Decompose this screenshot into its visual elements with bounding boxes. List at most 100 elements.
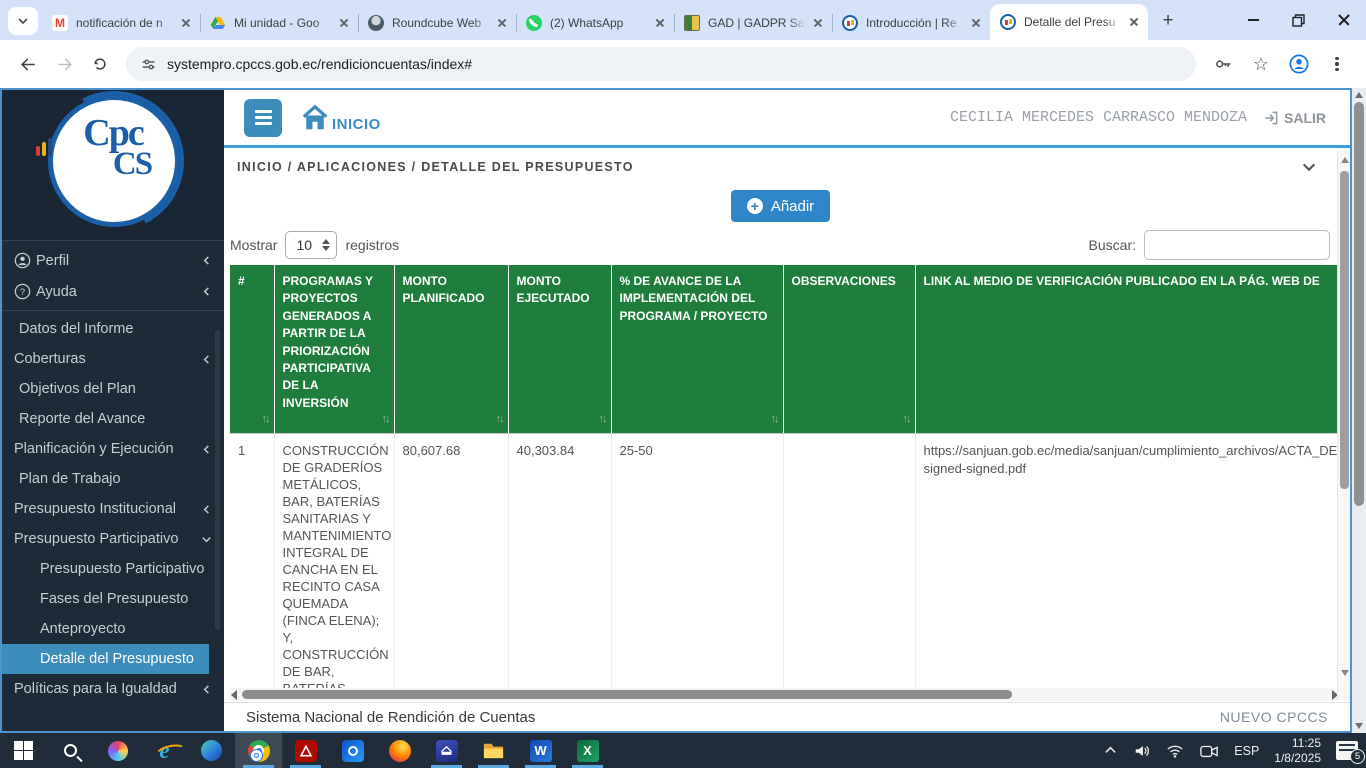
add-button[interactable]: + Añadir xyxy=(731,190,830,222)
start-button[interactable] xyxy=(0,733,47,768)
sidebar-scrollbar[interactable] xyxy=(215,330,220,630)
scroll-up-arrow-icon[interactable] xyxy=(1355,92,1363,98)
sidebar-item-coberturas[interactable]: Coberturas xyxy=(2,344,224,374)
whatsapp-icon xyxy=(526,15,542,31)
taskbar-copilot-button[interactable] xyxy=(94,733,141,768)
profile-avatar-icon[interactable] xyxy=(1283,48,1315,80)
sidebar-item-presupuesto-participativo[interactable]: Presupuesto Participativo xyxy=(2,524,224,554)
tab-detalle-presupuesto-active[interactable]: Detalle del Presu xyxy=(990,4,1148,40)
col-link[interactable]: LINK AL MEDIO DE VERIFICACIÓN PUBLICADO … xyxy=(915,265,1339,433)
sidebar-item-politicas-igualdad[interactable]: Políticas para la Igualdad xyxy=(2,674,224,704)
horizontal-scrollbar[interactable] xyxy=(230,688,1339,701)
close-icon[interactable] xyxy=(968,15,984,31)
sidebar-item-ayuda[interactable]: Ayuda xyxy=(2,276,224,307)
site-settings-icon[interactable] xyxy=(140,56,157,73)
tab-search-button[interactable] xyxy=(8,7,38,35)
restore-button[interactable] xyxy=(1276,0,1321,40)
table-row[interactable]: 1 CONSTRUCCIÓN DE GRADERÍOS METÁLICOS, B… xyxy=(230,433,1339,688)
minimize-button[interactable] xyxy=(1231,0,1276,40)
tab-roundcube[interactable]: Roundcube Web xyxy=(358,6,516,40)
back-button[interactable] xyxy=(13,49,43,79)
language-indicator[interactable]: ESP xyxy=(1234,744,1259,758)
tray-chevron-up-icon[interactable] xyxy=(1103,743,1118,758)
address-bar[interactable]: systempro.cpccs.gob.ec/rendicioncuentas/… xyxy=(126,47,1196,81)
close-icon[interactable] xyxy=(178,15,194,31)
search-input[interactable] xyxy=(1144,230,1330,260)
google-drive-icon xyxy=(210,15,226,31)
close-icon[interactable] xyxy=(494,15,510,31)
page-size-select[interactable]: 10 xyxy=(285,231,337,259)
sidebar-item-datos-informe[interactable]: Datos del Informe xyxy=(2,314,224,344)
taskbar-excel-button[interactable]: X xyxy=(564,733,611,768)
sidebar-subitem-detalle-presupuesto[interactable]: Detalle del Presupuesto xyxy=(2,644,209,674)
menu-hamburger-button[interactable] xyxy=(244,99,282,137)
close-icon[interactable] xyxy=(810,15,826,31)
taskbar-acrobat-button[interactable] xyxy=(282,733,329,768)
taskbar-outlook-button[interactable] xyxy=(329,733,376,768)
password-key-icon[interactable] xyxy=(1207,48,1239,80)
content-vertical-scrollbar[interactable] xyxy=(1337,151,1350,700)
close-icon[interactable] xyxy=(652,15,668,31)
user-icon xyxy=(14,252,36,269)
clock[interactable]: 11:25 1/8/2025 xyxy=(1274,736,1321,766)
tray-date: 1/8/2025 xyxy=(1274,751,1321,766)
col-observaciones[interactable]: OBSERVACIONES↑↓ xyxy=(783,265,915,433)
sidebar-item-objetivos-plan[interactable]: Objetivos del Plan xyxy=(2,374,224,404)
close-icon[interactable] xyxy=(336,15,352,31)
sidebar-item-perfil[interactable]: Perfil xyxy=(2,245,224,276)
browser-vertical-scrollbar[interactable] xyxy=(1352,88,1366,733)
taskbar-internet-explorer-button[interactable]: e xyxy=(141,733,188,768)
col-avance[interactable]: % DE AVANCE DE LA IMPLEMENTACIÓN DEL PRO… xyxy=(611,265,783,433)
col-programas[interactable]: PROGRAMAS Y PROYECTOS GENERADOS A PARTIR… xyxy=(274,265,394,433)
taskbar-word-button[interactable]: W xyxy=(517,733,564,768)
col-num[interactable]: #↑↓ xyxy=(230,265,274,433)
taskbar-search-button[interactable] xyxy=(47,733,94,768)
tab-introduccion[interactable]: Introducción | Re xyxy=(832,6,990,40)
tab-drive[interactable]: Mi unidad - Goo xyxy=(200,6,358,40)
taskbar-edge-button[interactable] xyxy=(188,733,235,768)
browser-menu-icon[interactable] xyxy=(1321,48,1353,80)
horizontal-scroll-thumb[interactable] xyxy=(242,690,1012,699)
scroll-up-arrow-icon[interactable] xyxy=(1341,157,1349,163)
sidebar-subitem-presupuesto-participativo[interactable]: Presupuesto Participativo xyxy=(2,554,224,584)
home-link[interactable]: INICIO xyxy=(300,103,381,133)
taskbar-scanner-button[interactable] xyxy=(423,733,470,768)
url-text[interactable]: systempro.cpccs.gob.ec/rendicioncuentas/… xyxy=(167,56,472,72)
sidebar-subitem-anteproyecto[interactable]: Anteproyecto xyxy=(2,614,224,644)
tab-title: Introducción | Re xyxy=(866,16,964,30)
tab-title: notificación de n xyxy=(76,16,174,30)
wifi-icon[interactable] xyxy=(1166,742,1184,760)
close-icon[interactable] xyxy=(1126,14,1142,30)
tab-gad[interactable]: GAD | GADPR Sa xyxy=(674,6,832,40)
scroll-left-arrow-icon[interactable] xyxy=(231,690,237,700)
sidebar-subitem-fases-presupuesto[interactable]: Fases del Presupuesto xyxy=(2,584,224,614)
col-monto-ejecutado[interactable]: MONTO EJECUTADO↑↓ xyxy=(508,265,611,433)
sidebar-item-plan-trabajo[interactable]: Plan de Trabajo xyxy=(2,464,224,494)
taskbar-file-explorer-button[interactable] xyxy=(470,733,517,768)
sidebar: Cpc CS Perfil Ayuda Datos del xyxy=(2,90,224,731)
collapse-chevron-icon[interactable] xyxy=(1301,159,1317,175)
notification-center-icon[interactable]: 5 xyxy=(1336,741,1358,760)
taskbar-chrome-button[interactable] xyxy=(235,733,282,768)
scroll-down-arrow-icon[interactable] xyxy=(1341,670,1349,676)
browser-scroll-thumb[interactable] xyxy=(1354,102,1364,506)
scroll-down-arrow-icon[interactable] xyxy=(1355,723,1363,729)
tab-gmail[interactable]: M notificación de n xyxy=(42,6,200,40)
tab-whatsapp[interactable]: (2) WhatsApp xyxy=(516,6,674,40)
bookmark-star-icon[interactable]: ☆ xyxy=(1245,48,1277,80)
internet-explorer-icon: e xyxy=(159,739,169,762)
meet-now-camera-icon[interactable] xyxy=(1199,742,1219,760)
taskbar-firefox-button[interactable] xyxy=(376,733,423,768)
reload-button[interactable] xyxy=(85,49,115,79)
close-window-button[interactable] xyxy=(1321,0,1366,40)
content-scroll-thumb[interactable] xyxy=(1340,171,1349,489)
logout-button[interactable]: SALIR xyxy=(1263,110,1326,126)
sidebar-item-presupuesto-institucional[interactable]: Presupuesto Institucional xyxy=(2,494,224,524)
forward-button[interactable] xyxy=(49,49,79,79)
volume-icon[interactable] xyxy=(1133,742,1151,760)
sidebar-item-reporte-avance[interactable]: Reporte del Avance xyxy=(2,404,224,434)
sidebar-item-planificacion[interactable]: Planificación y Ejecución xyxy=(2,434,224,464)
new-tab-button[interactable]: + xyxy=(1154,7,1182,35)
col-monto-planificado[interactable]: MONTO PLANIFICADO↑↓ xyxy=(394,265,508,433)
chevron-left-icon xyxy=(201,255,212,266)
